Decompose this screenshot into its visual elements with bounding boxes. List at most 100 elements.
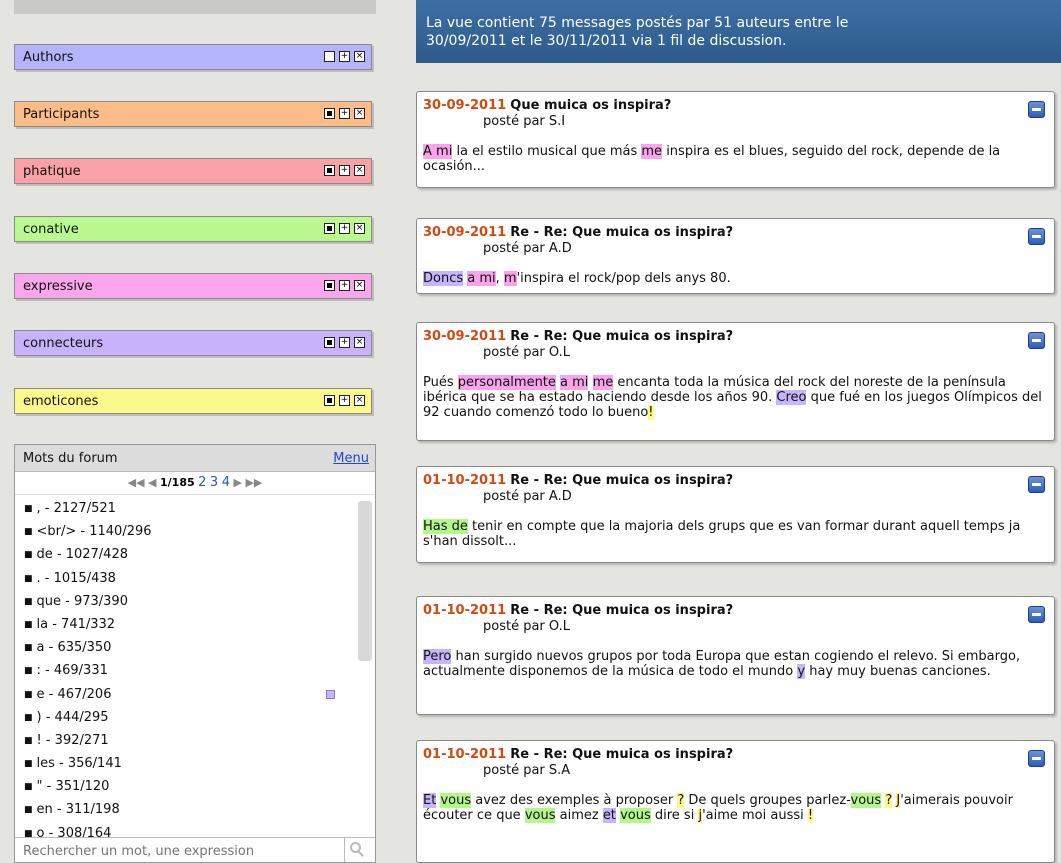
post-author: posté par O.L (483, 619, 570, 634)
checkbox-filled-icon[interactable] (324, 223, 335, 234)
expand-plus-icon[interactable]: + (339, 337, 350, 348)
post-author: posté par O.L (483, 345, 570, 360)
highlighted-term: ! (807, 808, 814, 823)
word-list-item[interactable]: ■ la - 741/332 (15, 613, 355, 636)
collapse-post-button[interactable] (1028, 750, 1045, 767)
prev-page-icon[interactable]: ◀ (148, 476, 156, 489)
last-page-icon[interactable]: ▶▶ (245, 476, 262, 489)
forum-post: 30-09-2011 Que muica os inspira? posté pa… (416, 91, 1055, 188)
summary-line-2: 30/09/2011 et le 30/11/2011 via 1 fil de… (426, 33, 787, 49)
category-panel[interactable]: connecteurs + × (14, 330, 372, 356)
word-list-scrollbar[interactable] (358, 501, 372, 661)
category-panel[interactable]: emoticones + × (14, 388, 372, 414)
category-panel[interactable]: Participants + × (14, 101, 372, 127)
post-body: Doncs a mi, m'inspira el rock/pop dels a… (423, 271, 1044, 286)
post-text: la el estilo musical que más (452, 144, 642, 159)
bullet-icon: ■ (24, 573, 33, 584)
post-body: A mi la el estilo musical que más me ins… (423, 144, 1044, 174)
collapse-post-button[interactable] (1028, 332, 1045, 349)
checkbox-filled-icon[interactable] (324, 280, 335, 291)
word-list-item[interactable]: ■ que - 973/390 (15, 590, 355, 613)
word-list-item[interactable]: ■ " - 351/120 (15, 775, 355, 798)
page-link-3[interactable]: 3 (210, 475, 218, 490)
close-icon[interactable]: × (354, 280, 365, 291)
highlighted-term: Has de (423, 519, 468, 534)
word-list-item[interactable]: ■, - 2127/521 (15, 497, 355, 520)
word-list-item[interactable]: ■. - 1015/438 (15, 567, 355, 590)
checkbox-filled-icon[interactable] (324, 337, 335, 348)
close-icon[interactable]: × (354, 395, 365, 406)
page-link-4[interactable]: 4 (222, 475, 230, 490)
highlighted-term: a mi (467, 271, 496, 286)
expand-plus-icon[interactable]: + (339, 165, 350, 176)
word-list-item[interactable]: ■ de - 1027/428 (15, 543, 355, 566)
close-icon[interactable]: × (354, 108, 365, 119)
post-header: 01-10-2011 Re - Re: Que muica os inspira… (423, 473, 733, 488)
first-page-icon[interactable]: ◀◀ (128, 476, 145, 489)
category-panel[interactable]: Authors + × (14, 44, 372, 70)
category-panel[interactable]: expressive + × (14, 273, 372, 299)
word-list: ■, - 2127/521 ■ <br/> - 1140/296 ■ de - 1027… (15, 497, 355, 845)
category-panel[interactable]: conative + × (14, 216, 372, 242)
bullet-icon: ■ (24, 805, 33, 816)
expand-plus-icon[interactable]: + (339, 108, 350, 119)
word-list-item[interactable]: ■ e - 467/206 (15, 683, 355, 706)
post-text: De quels groupes parlez- (684, 793, 851, 808)
category-label: connecteurs (23, 336, 104, 351)
page-link-2[interactable]: 2 (198, 475, 206, 490)
word-entry: en - 311/198 (36, 802, 120, 818)
post-body: Has de tenir en compte que la majoria de… (423, 519, 1044, 549)
category-panel[interactable]: phatique + × (14, 158, 372, 184)
checkbox-filled-icon[interactable] (324, 395, 335, 406)
mots-du-forum-panel: Mots du forum Menu ◀◀ ◀ 1/185 2 3 4 ▶ ▶▶… (14, 444, 376, 863)
highlighted-term: personalmente (457, 375, 556, 390)
close-icon[interactable]: × (354, 337, 365, 348)
word-list-item[interactable]: ■ en - 311/198 (15, 798, 355, 821)
expand-plus-icon[interactable]: + (339, 223, 350, 234)
post-text: , (495, 271, 504, 286)
word-search-input[interactable] (21, 840, 345, 862)
word-entry: a - 635/350 (36, 640, 112, 656)
word-list-item[interactable]: ■ a - 635/350 (15, 636, 355, 659)
checkbox-filled-icon[interactable] (324, 108, 335, 119)
expand-plus-icon[interactable]: + (339, 51, 350, 62)
word-list-item[interactable]: ■ les - 356/141 (15, 752, 355, 775)
post-title: Re - Re: Que muica os inspira? (510, 603, 734, 618)
word-list-item[interactable]: ■! - 392/271 (15, 729, 355, 752)
next-page-icon[interactable]: ▶ (233, 476, 241, 489)
post-title: Re - Re: Que muica os inspira? (510, 473, 734, 488)
mots-menu-link[interactable]: Menu (333, 451, 369, 466)
highlighted-term: Pero (423, 649, 452, 664)
category-buttons: + × (324, 165, 365, 176)
post-date: 01-10-2011 (423, 603, 507, 618)
word-list-item[interactable]: ■: - 469/331 (15, 659, 355, 682)
word-list-item[interactable]: ■ <br/> - 1140/296 (15, 520, 355, 543)
category-buttons: + × (324, 51, 365, 62)
collapse-post-button[interactable] (1028, 476, 1045, 493)
bullet-icon: ■ (24, 550, 33, 561)
highlighted-term: ! (648, 405, 654, 420)
bullet-icon: ■ (24, 759, 33, 770)
close-icon[interactable]: × (354, 51, 365, 62)
collapse-post-button[interactable] (1028, 606, 1045, 623)
bullet-icon: ■ (24, 527, 33, 538)
collapse-post-button[interactable] (1028, 101, 1045, 118)
word-entry: les - 356/141 (36, 756, 122, 772)
word-entry: : - 469/331 (36, 663, 108, 679)
post-header: 01-10-2011 Re - Re: Que muica os inspira… (423, 747, 733, 762)
highlighted-term: me (592, 375, 614, 390)
checkbox-filled-icon[interactable] (324, 165, 335, 176)
word-list-item[interactable]: ■) - 444/295 (15, 706, 355, 729)
close-icon[interactable]: × (354, 223, 365, 234)
close-icon[interactable]: × (354, 165, 365, 176)
expand-plus-icon[interactable]: + (339, 280, 350, 291)
highlighted-term: m (503, 271, 517, 286)
checkbox-empty-icon[interactable] (324, 51, 335, 62)
view-summary-banner: La vue contient 75 messages postés par 5… (416, 0, 1061, 63)
post-header: 01-10-2011 Re - Re: Que muica os inspira… (423, 603, 733, 618)
expand-plus-icon[interactable]: + (339, 395, 350, 406)
search-icon[interactable] (350, 842, 361, 853)
post-date: 30-09-2011 (423, 329, 507, 344)
collapse-post-button[interactable] (1028, 228, 1045, 245)
current-page: 1 (160, 476, 168, 489)
